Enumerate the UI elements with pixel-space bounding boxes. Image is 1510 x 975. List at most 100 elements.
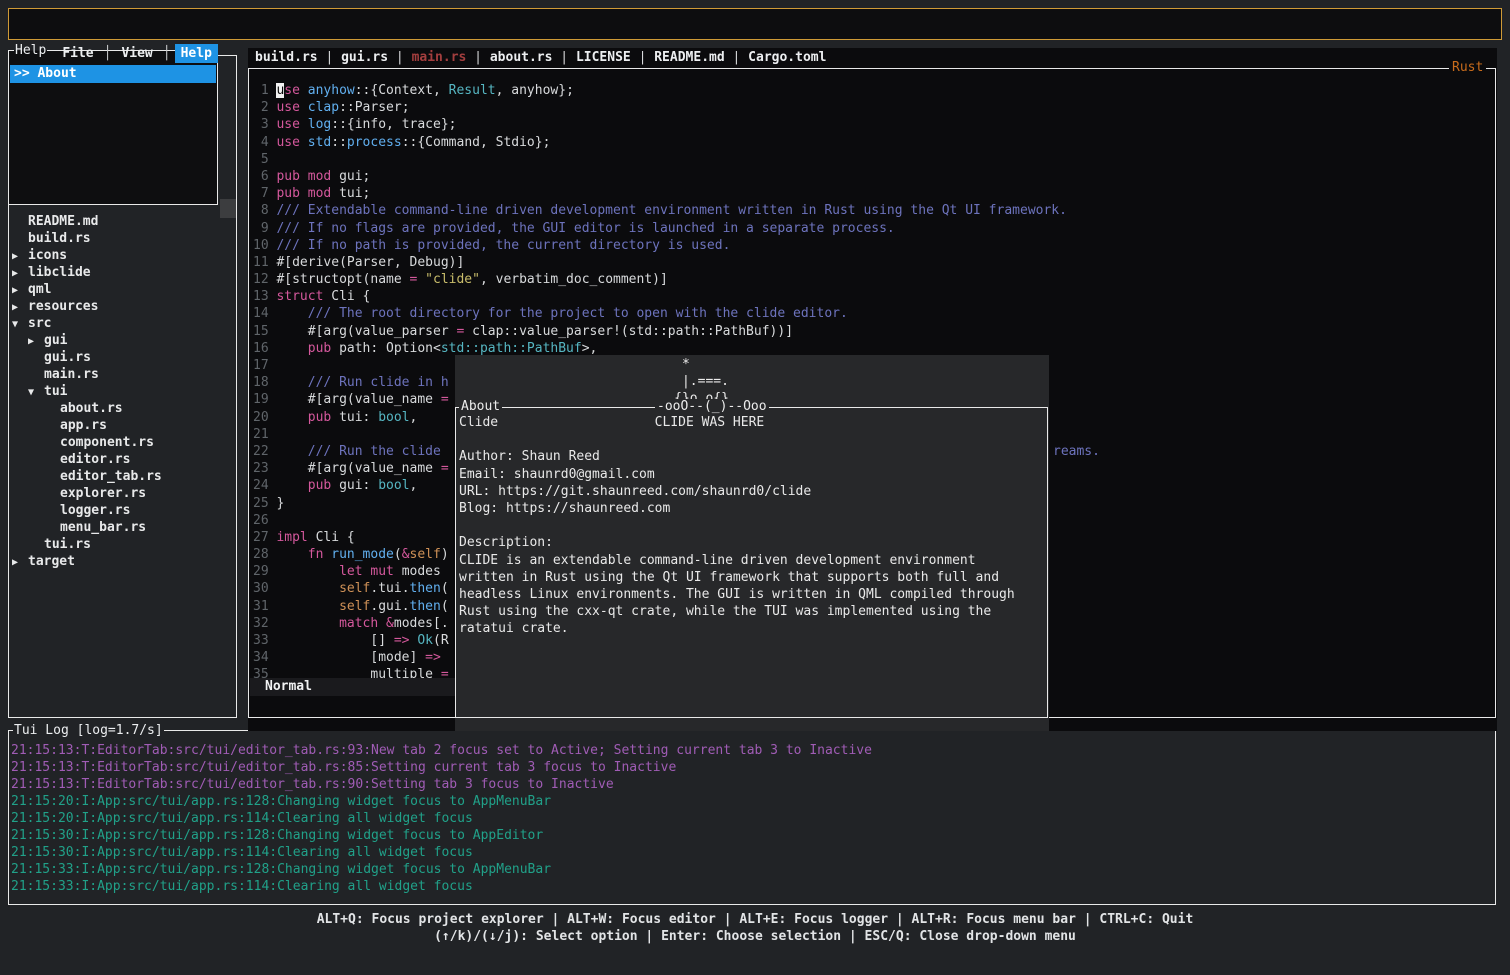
chevron-collapsed-icon: ▶: [12, 554, 18, 571]
tree-item-label: gui.rs: [44, 349, 91, 366]
line-number: 12: [253, 271, 269, 288]
tree-item-editor_tab.rs[interactable]: editor_tab.rs: [0, 468, 237, 485]
line-number: 18: [253, 374, 269, 391]
tree-item-build.rs[interactable]: build.rs: [0, 230, 237, 247]
code-line: 3use log::{info, trace};: [253, 116, 1491, 133]
line-number: 19: [253, 391, 269, 408]
tree-item-label: main.rs: [44, 366, 99, 383]
tab-item-LICENSE[interactable]: LICENSE: [576, 50, 631, 65]
tree-item-label: explorer.rs: [60, 485, 146, 502]
menu-item-view[interactable]: View: [115, 44, 158, 63]
code-line: 9/// If no flags are provided, the GUI e…: [253, 220, 1491, 237]
tree-item-menu_bar.rs[interactable]: menu_bar.rs: [0, 519, 237, 536]
app-root: File│View│Help README.mdbuild.rs▶icons▶l…: [0, 0, 1510, 975]
line-number: 3: [253, 116, 269, 133]
chevron-expanded-icon: ▼: [28, 384, 34, 401]
tree-item-README.md[interactable]: README.md: [0, 213, 237, 230]
tree-item-label: qml: [28, 281, 51, 298]
tree-item-logger.rs[interactable]: logger.rs: [0, 502, 237, 519]
line-number: 20: [253, 409, 269, 426]
tree-item-label: icons: [28, 247, 67, 264]
tab-separator: |: [318, 50, 341, 65]
tree-item-qml[interactable]: ▶qml: [0, 281, 237, 298]
line-number: 33: [253, 632, 269, 649]
tab-separator: |: [552, 50, 575, 65]
code-line: 8/// Extendable command-line driven deve…: [253, 202, 1491, 219]
log-line: 21:15:33:I:App:src/tui/app.rs:128:Changi…: [11, 861, 872, 878]
tree-item-explorer.rs[interactable]: explorer.rs: [0, 485, 237, 502]
log-line: 21:15:30:I:App:src/tui/app.rs:128:Changi…: [11, 827, 872, 844]
tab-item-main.rs[interactable]: main.rs: [412, 50, 467, 65]
tree-item-about.rs[interactable]: about.rs: [0, 400, 237, 417]
menu-bar: File│View│Help: [8, 8, 1502, 40]
line-number: 22: [253, 443, 269, 460]
file-tree: README.mdbuild.rs▶icons▶libclide▶qml▶res…: [0, 213, 237, 570]
code-line: 2use clap::Parser;: [253, 99, 1491, 116]
tree-item-editor.rs[interactable]: editor.rs: [0, 451, 237, 468]
line-number: 7: [253, 185, 269, 202]
about-popup: * |.===. {}o o{} About -ooO--(_)--Ooo Cl…: [455, 355, 1049, 731]
line-number: 30: [253, 580, 269, 597]
tree-item-src[interactable]: ▼src: [0, 315, 237, 332]
tab-item-build.rs[interactable]: build.rs: [255, 50, 318, 65]
line-number: 15: [253, 323, 269, 340]
tree-item-label: README.md: [28, 213, 98, 230]
line-number: 5: [253, 151, 269, 168]
tab-item-gui.rs[interactable]: gui.rs: [341, 50, 388, 65]
tree-item-gui.rs[interactable]: gui.rs: [0, 349, 237, 366]
tree-item-resources[interactable]: ▶resources: [0, 298, 237, 315]
tree-item-component.rs[interactable]: component.rs: [0, 434, 237, 451]
tab-item-README.md[interactable]: README.md: [654, 50, 724, 65]
code-line: 13struct Cli {: [253, 288, 1491, 305]
tree-item-libclide[interactable]: ▶libclide: [0, 264, 237, 281]
line-number: 1: [253, 82, 269, 99]
log-line: 21:15:33:I:App:src/tui/app.rs:114:Cleari…: [11, 878, 872, 895]
line-number: 32: [253, 615, 269, 632]
explorer-scrollbar-thumb[interactable]: [220, 199, 236, 218]
line-number: 9: [253, 220, 269, 237]
line-number: 4: [253, 134, 269, 151]
code-line: 10/// If no path is provided, the curren…: [253, 237, 1491, 254]
line-number: 17: [253, 357, 269, 374]
about-popup-body: Clide CLIDE WAS HERE Author: Shaun Reed …: [459, 414, 1015, 638]
tree-item-label: tui: [44, 383, 67, 400]
code-line: 15 #[arg(value_parser = clap::value_pars…: [253, 323, 1491, 340]
tree-item-label: tui.rs: [44, 536, 91, 553]
tab-separator: |: [388, 50, 411, 65]
menu-item-help[interactable]: Help: [175, 44, 218, 63]
line-number: 25: [253, 495, 269, 512]
code-line: 12#[structopt(name = "clide", verbatim_d…: [253, 271, 1491, 288]
code-line: 1use anyhow::{Context, Result, anyhow};: [253, 82, 1491, 99]
menu-item-file[interactable]: File: [56, 44, 99, 63]
chevron-expanded-icon: ▼: [12, 316, 18, 333]
code-line: 14 /// The root directory for the projec…: [253, 305, 1491, 322]
mode-indicator: Normal: [250, 678, 455, 696]
tree-item-main.rs[interactable]: main.rs: [0, 366, 237, 383]
chevron-collapsed-icon: ▶: [28, 333, 34, 350]
tab-item-about.rs[interactable]: about.rs: [490, 50, 553, 65]
tree-item-label: app.rs: [60, 417, 107, 434]
editor-tab-bar: build.rs | gui.rs | main.rs | about.rs |…: [255, 49, 826, 67]
tree-item-gui[interactable]: ▶gui: [0, 332, 237, 349]
line-number: 21: [253, 426, 269, 443]
tree-item-app.rs[interactable]: app.rs: [0, 417, 237, 434]
line-number: 23: [253, 460, 269, 477]
tree-item-tui[interactable]: ▼ tui: [0, 383, 237, 400]
line-number: 26: [253, 512, 269, 529]
menu-separator: │: [104, 46, 112, 61]
hint-line-2: (↑/k)/(↓/j): Select option | Enter: Choo…: [0, 928, 1510, 945]
tree-item-tui.rs[interactable]: tui.rs: [0, 536, 237, 553]
tree-item-label: target: [28, 553, 75, 570]
line-number: 31: [253, 598, 269, 615]
line-number: 2: [253, 99, 269, 116]
log-lines: 21:15:13:T:EditorTab:src/tui/editor_tab.…: [11, 742, 872, 895]
tab-separator: |: [631, 50, 654, 65]
line-number: 34: [253, 649, 269, 666]
menu-bar-items: File│View│Help: [52, 46, 222, 61]
tree-item-label: logger.rs: [60, 502, 130, 519]
line-number: 10: [253, 237, 269, 254]
tab-item-Cargo.toml[interactable]: Cargo.toml: [748, 50, 826, 65]
log-line: 21:15:20:I:App:src/tui/app.rs:128:Changi…: [11, 793, 872, 810]
tree-item-icons[interactable]: ▶icons: [0, 247, 237, 264]
tree-item-target[interactable]: ▶ target: [0, 553, 237, 570]
